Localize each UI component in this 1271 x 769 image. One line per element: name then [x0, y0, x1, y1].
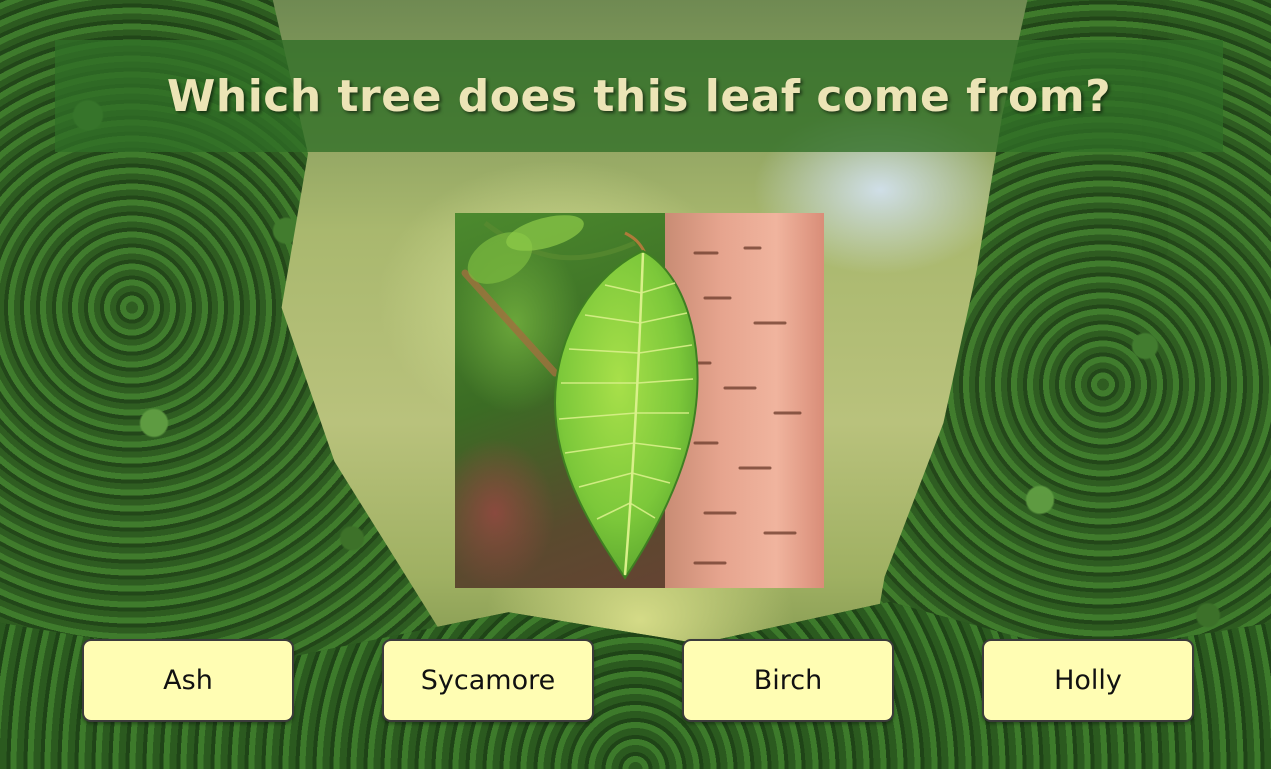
- answer-button-sycamore[interactable]: Sycamore: [382, 639, 594, 722]
- answer-button-ash[interactable]: Ash: [82, 639, 294, 722]
- leaf-illustration: [461, 213, 824, 588]
- question-banner: Which tree does this leaf come from?: [55, 40, 1223, 152]
- leaf-photo: [455, 213, 824, 588]
- answer-button-birch[interactable]: Birch: [682, 639, 894, 722]
- answer-button-holly[interactable]: Holly: [982, 639, 1194, 722]
- question-text: Which tree does this leaf come from?: [166, 70, 1112, 122]
